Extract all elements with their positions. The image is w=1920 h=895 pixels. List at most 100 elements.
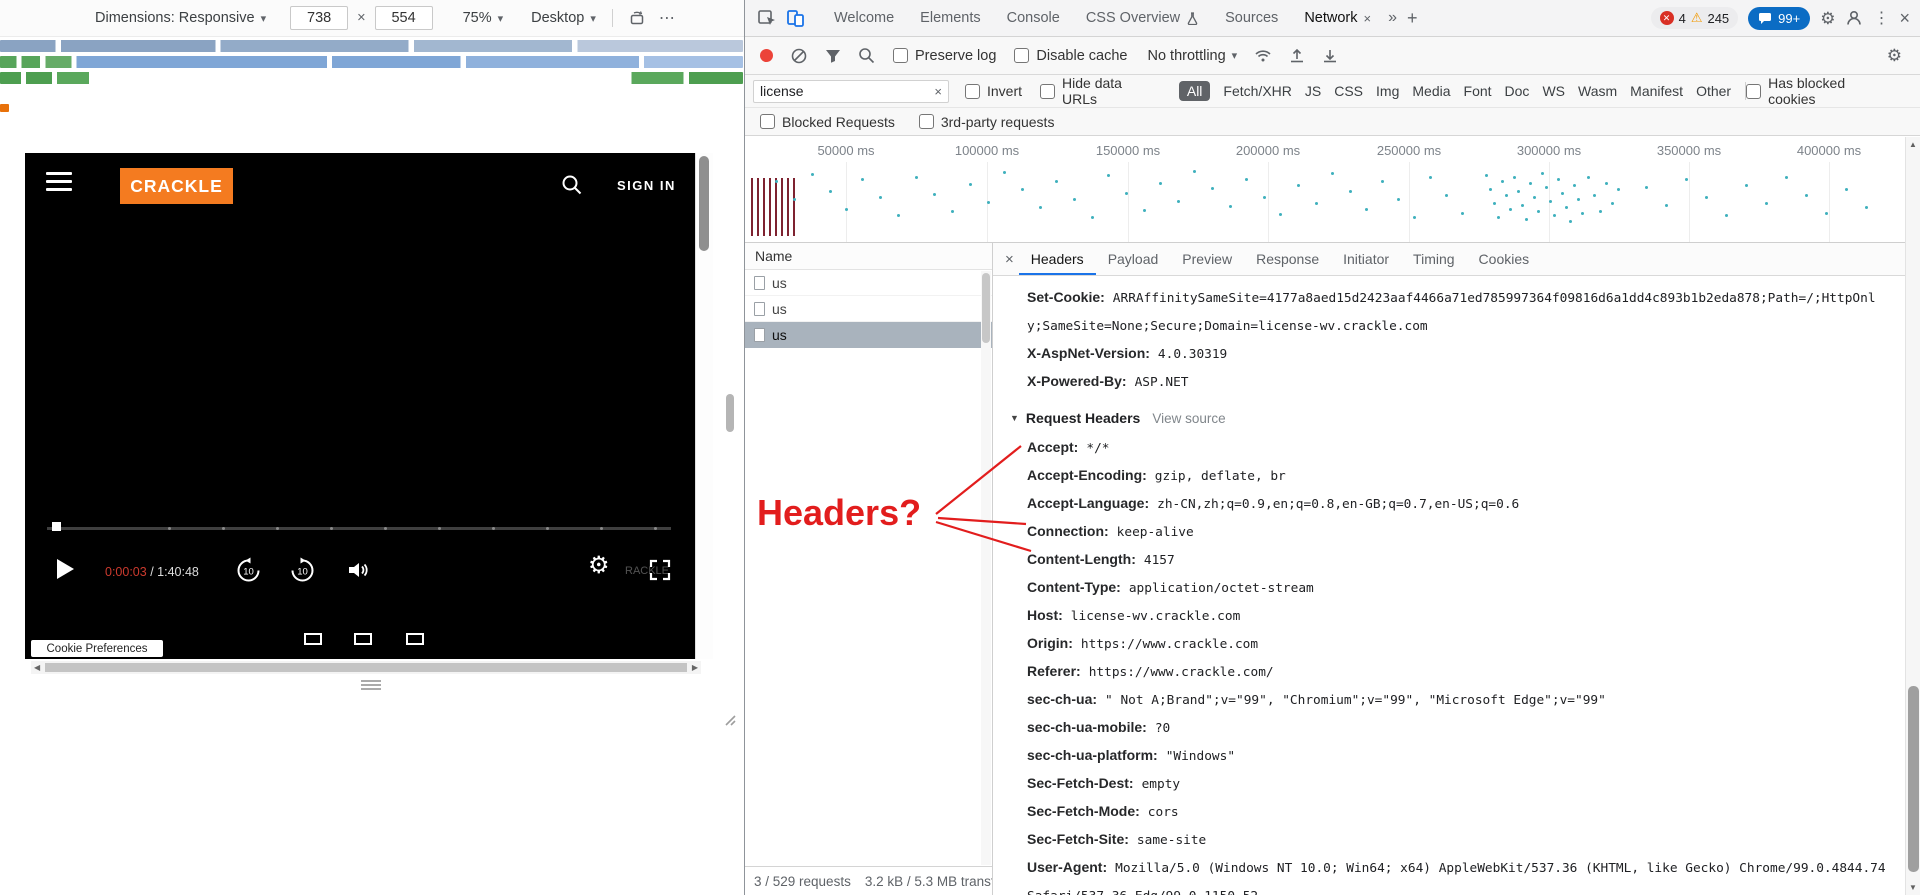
hamburger-menu-icon[interactable] — [46, 172, 72, 191]
device-toolbar-toggle-icon[interactable] — [785, 8, 805, 28]
filter-type-font[interactable]: Font — [1464, 83, 1492, 99]
emulation-horizontal-scrollbar[interactable]: ◀ ▶ — [31, 661, 701, 674]
blocked-requests-checkbox[interactable]: Blocked Requests — [760, 114, 895, 130]
third-party-requests-checkbox[interactable]: 3rd-party requests — [918, 114, 1054, 130]
request-list-scrollbar[interactable] — [981, 271, 991, 865]
invert-checkbox[interactable]: Invert — [965, 83, 1022, 99]
filter-type-doc[interactable]: Doc — [1505, 83, 1530, 99]
preserve-log-checkbox[interactable]: Preserve log — [893, 48, 996, 64]
disclosure-triangle-icon[interactable]: ▼ — [1010, 405, 1019, 432]
media-query-bar-orange[interactable] — [0, 104, 9, 112]
network-conditions-icon[interactable] — [1254, 48, 1272, 63]
corner-resize-grip[interactable] — [722, 712, 736, 726]
request-row-selected[interactable]: us — [745, 322, 992, 348]
play-button[interactable] — [57, 559, 74, 579]
viewport-resize-handle[interactable] — [361, 680, 381, 692]
checkbox[interactable] — [760, 114, 775, 129]
name-column-header[interactable]: Name — [745, 243, 992, 270]
checkbox[interactable] — [893, 48, 908, 63]
clear-filter-icon[interactable]: × — [934, 84, 942, 99]
feedback-badge[interactable]: 99+ — [1748, 6, 1811, 30]
checkbox[interactable] — [918, 114, 934, 129]
scrollbar-thumb[interactable] — [699, 156, 709, 251]
tab-preview[interactable]: Preview — [1170, 243, 1244, 275]
throttling-dropdown[interactable]: No throttling ▾ — [1147, 48, 1237, 64]
media-query-bar-max-width[interactable] — [0, 40, 743, 52]
issues-counter[interactable]: ✕ 4 ⚠ 245 — [1650, 7, 1739, 29]
tab-console[interactable]: Console — [994, 0, 1073, 36]
tab-payload[interactable]: Payload — [1096, 243, 1171, 275]
crackle-logo[interactable]: CRACKLE — [120, 168, 233, 204]
request-row[interactable]: us — [745, 270, 992, 296]
scroll-right-icon[interactable]: ▶ — [692, 663, 698, 672]
filter-input-box[interactable]: × — [753, 79, 949, 103]
filter-type-css[interactable]: CSS — [1334, 83, 1363, 99]
tab-timing[interactable]: Timing — [1401, 243, 1467, 275]
tab-cookies[interactable]: Cookies — [1467, 243, 1542, 275]
tab-initiator[interactable]: Initiator — [1331, 243, 1401, 275]
filter-type-manifest[interactable]: Manifest — [1630, 83, 1683, 99]
volume-icon[interactable] — [347, 560, 371, 580]
tab-response[interactable]: Response — [1244, 243, 1331, 275]
checkbox[interactable] — [1040, 83, 1056, 99]
request-row[interactable]: us — [745, 296, 992, 322]
zoom-dropdown[interactable]: 75% ▾ — [463, 10, 504, 26]
has-blocked-cookies-checkbox[interactable]: Has blocked cookies — [1746, 75, 1894, 107]
network-settings-gear-icon[interactable]: ⚙ — [1887, 47, 1902, 64]
scroll-up-icon[interactable]: ▲ — [1909, 140, 1917, 149]
viewport-height-input[interactable] — [374, 6, 433, 30]
view-source-link[interactable]: View source — [1152, 405, 1225, 432]
scroll-down-icon[interactable]: ▼ — [1909, 883, 1917, 892]
filter-input[interactable] — [760, 83, 935, 99]
scrollbar-thumb[interactable] — [982, 273, 990, 343]
filter-type-fetch-xhr[interactable]: Fetch/XHR — [1223, 83, 1291, 99]
tab-welcome[interactable]: Welcome — [821, 0, 907, 36]
tab-network[interactable]: Network × — [1291, 0, 1384, 36]
scrollbar-thumb[interactable] — [1908, 686, 1919, 872]
filter-type-wasm[interactable]: Wasm — [1578, 83, 1617, 99]
checkbox[interactable] — [1014, 48, 1030, 63]
import-har-icon[interactable] — [1289, 48, 1305, 64]
progress-scrubber[interactable] — [52, 522, 61, 531]
details-scrollbar[interactable]: ▲ ▼ — [1905, 137, 1920, 895]
filter-funnel-icon[interactable] — [825, 49, 841, 63]
more-options-button[interactable]: ⋯ — [659, 8, 675, 28]
device-vertical-scrollbar[interactable] — [695, 153, 713, 659]
skip-forward-10-button[interactable]: 10 — [289, 557, 316, 584]
hide-data-urls-checkbox[interactable]: H​ide data URLs — [1040, 75, 1159, 107]
pane-scrollbar-thumb[interactable] — [726, 394, 734, 432]
video-progress-bar[interactable] — [47, 527, 671, 530]
more-tabs-button[interactable]: » — [1388, 9, 1397, 27]
clear-network-log-icon[interactable] — [790, 47, 808, 65]
player-settings-gear-icon[interactable]: ⚙ — [588, 554, 610, 578]
request-headers-section[interactable]: ▼ Request Headers View source — [1010, 405, 1890, 432]
network-search-icon[interactable] — [858, 47, 875, 64]
filter-type-all[interactable]: All — [1178, 81, 1211, 101]
disable-cache-checkbox[interactable]: Disable cache — [1014, 48, 1127, 64]
skip-back-10-button[interactable]: 10 — [235, 557, 262, 584]
tab-elements[interactable]: Elements — [907, 0, 993, 36]
scrollbar-thumb[interactable] — [45, 663, 687, 672]
search-icon[interactable] — [561, 174, 583, 196]
media-query-bar-min-width[interactable] — [0, 72, 743, 84]
network-overview-timeline[interactable]: 50000 ms 100000 ms 150000 ms 200000 ms 2… — [745, 136, 1920, 243]
add-tab-button[interactable]: + — [1407, 8, 1418, 29]
record-button[interactable] — [760, 49, 773, 62]
sign-in-button[interactable]: SIGN IN — [617, 178, 676, 193]
close-tab-icon[interactable]: × — [1364, 11, 1372, 26]
rotate-icon[interactable] — [629, 10, 645, 26]
filter-type-js[interactable]: JS — [1305, 83, 1321, 99]
tab-css-overview[interactable]: CSS Overview — [1073, 0, 1212, 36]
tab-sources[interactable]: Sources — [1212, 0, 1291, 36]
fullscreen-icon[interactable] — [649, 559, 671, 581]
export-har-icon[interactable] — [1322, 48, 1338, 64]
dimensions-dropdown[interactable]: Dimensions: Responsive ▾ — [95, 10, 266, 26]
devtools-settings-gear-icon[interactable]: ⚙ — [1820, 10, 1835, 27]
checkbox[interactable] — [1746, 83, 1762, 99]
kebab-menu-icon[interactable]: ⋮ — [1873, 8, 1889, 28]
tab-headers[interactable]: Headers — [1019, 243, 1096, 275]
filter-type-ws[interactable]: WS — [1542, 83, 1565, 99]
scroll-left-icon[interactable]: ◀ — [34, 663, 40, 672]
inspect-element-icon[interactable] — [757, 8, 777, 28]
profile-icon[interactable] — [1845, 9, 1863, 27]
